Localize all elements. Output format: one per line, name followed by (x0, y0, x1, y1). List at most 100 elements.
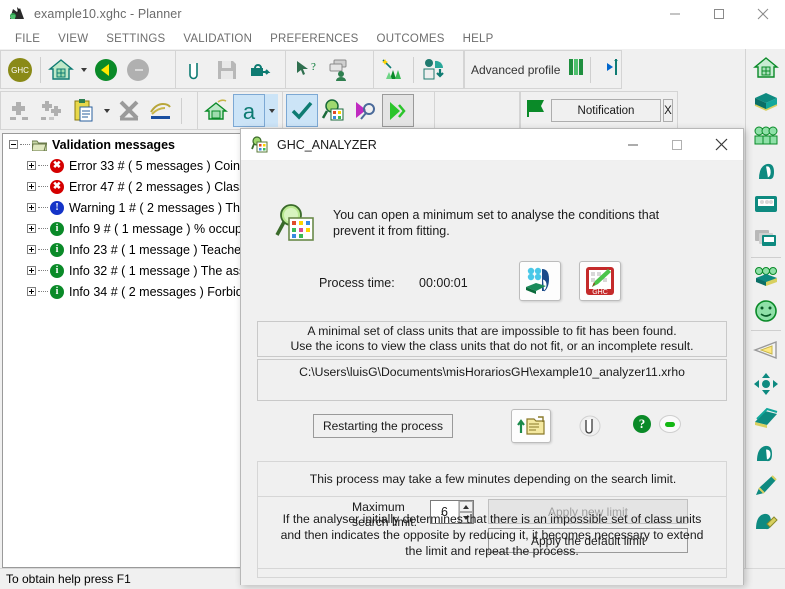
chevron-down-icon (103, 108, 110, 113)
profile-download-button[interactable] (418, 53, 450, 86)
planner-application-window: example10.xghc - Planner FILE VIEW SETTI… (0, 0, 785, 589)
notification-close-button[interactable]: X (663, 99, 673, 122)
filter-button[interactable] (350, 94, 382, 127)
wizard-group-button[interactable] (377, 53, 409, 86)
sidebar-groups[interactable] (748, 119, 784, 153)
sidebar-teacher[interactable] (748, 153, 784, 187)
info-icon: i (50, 242, 64, 257)
analyzer-large-icon (275, 203, 319, 245)
svg-text:GHC: GHC (11, 66, 29, 75)
user-chat-button[interactable] (321, 53, 353, 86)
sidebar-book[interactable] (748, 85, 784, 119)
back-button[interactable] (90, 53, 122, 86)
error-glyph: ✖ (52, 180, 62, 192)
toolbar-divider (590, 56, 592, 83)
attach-button[interactable] (179, 53, 211, 86)
tree-item-label: Error 47 # ( 2 messages ) Class un (69, 179, 263, 194)
home-button[interactable] (45, 53, 77, 86)
sidebar-classroom[interactable] (748, 187, 784, 221)
validate-button[interactable] (286, 94, 318, 127)
dialog-message-text: You can open a minimum set to analyse th… (333, 208, 660, 238)
tree-item-label: Warning 1 # ( 2 messages ) There (69, 200, 258, 215)
menu-help[interactable]: HELP (454, 33, 503, 45)
sidebar-person-edit[interactable] (748, 503, 784, 537)
folder-icon (31, 139, 48, 151)
sidebar-cone[interactable] (748, 333, 784, 367)
warning-glyph: ! (55, 201, 59, 213)
delete-button[interactable] (113, 94, 145, 127)
result-line-2: Use the icons to view the class units th… (290, 339, 694, 353)
minimize-icon[interactable] (653, 0, 697, 28)
result-path: C:\Users\luisG\Documents\misHorariosGH\e… (299, 365, 685, 379)
result-path-box[interactable]: C:\Users\luisG\Documents\misHorariosGH\e… (257, 359, 727, 401)
help-pointer-button[interactable]: ? (289, 53, 321, 86)
forward-button-disabled (122, 53, 154, 86)
question-mark-icon: ? (633, 415, 651, 433)
export-button[interactable] (243, 53, 275, 86)
attach-file-button[interactable] (577, 409, 603, 443)
paste-dropdown[interactable] (100, 108, 113, 113)
dialog-minimize-icon[interactable] (611, 129, 655, 161)
menu-view[interactable]: VIEW (49, 33, 97, 45)
arrow-apply-icon[interactable] (595, 56, 619, 83)
warning-icon: ! (50, 200, 64, 215)
add-multi-button[interactable] (36, 94, 68, 127)
sidebar-home[interactable] (748, 51, 784, 85)
paste-button[interactable] (68, 94, 100, 127)
expand-icon[interactable] (27, 182, 36, 191)
expand-icon[interactable] (27, 203, 36, 212)
menu-file[interactable]: FILE (6, 33, 49, 45)
view-class-units-button[interactable] (519, 261, 561, 301)
text-tool-button[interactable]: a (233, 94, 265, 127)
sidebar-pencil[interactable] (748, 469, 784, 503)
menu-preferences[interactable]: PREFERENCES (261, 33, 367, 45)
open-ghc-editor-button[interactable]: GHC (579, 261, 621, 301)
expand-icon[interactable] (27, 161, 36, 170)
edit-hand-button[interactable] (145, 94, 177, 127)
expand-icon[interactable] (27, 245, 36, 254)
sidebar-move[interactable] (748, 367, 784, 401)
maximize-icon[interactable] (697, 0, 741, 28)
status-indicator (659, 415, 681, 433)
restart-process-button[interactable]: Restarting the process (313, 414, 453, 438)
run-button[interactable] (382, 94, 414, 127)
menu-validation[interactable]: VALIDATION (174, 33, 261, 45)
chevron-down-icon (268, 108, 275, 113)
sidebar-divider (750, 257, 781, 258)
expand-icon[interactable] (27, 266, 36, 275)
toolbar-group-edit (0, 91, 198, 130)
sidebar-books-stack[interactable] (748, 401, 784, 435)
sidebar-smiley[interactable] (748, 294, 784, 328)
tree-connector (38, 207, 48, 208)
menu-outcomes[interactable]: OUTCOMES (368, 33, 454, 45)
books-icon[interactable] (566, 56, 586, 83)
sidebar-person-book[interactable] (748, 435, 784, 469)
open-file-button[interactable] (511, 409, 551, 443)
sidebar-class-group[interactable] (748, 260, 784, 294)
toolbar-group-file (176, 50, 286, 89)
close-icon[interactable] (741, 0, 785, 28)
sidebar-screens[interactable] (748, 221, 784, 255)
help-button[interactable]: ? (633, 415, 651, 433)
notification-button[interactable]: Notification (551, 99, 661, 122)
analyze-button[interactable] (318, 94, 350, 127)
dialog-titlebar: GHC_ANALYZER (241, 129, 743, 161)
dialog-close-icon[interactable] (699, 129, 743, 161)
home-dropdown[interactable] (77, 67, 90, 72)
expand-icon[interactable] (27, 287, 36, 296)
toolbar-group-help: ? (286, 50, 374, 89)
save-button[interactable] (211, 53, 243, 86)
info-icon: i (50, 284, 64, 299)
add-button[interactable] (4, 94, 36, 127)
dialog-body: You can open a minimum set to analyse th… (241, 161, 743, 585)
text-tool-dropdown[interactable] (265, 94, 278, 127)
menu-settings[interactable]: SETTINGS (97, 33, 174, 45)
dialog-maximize-icon[interactable] (655, 129, 699, 161)
toolbar-divider (40, 56, 41, 83)
ghc-logo-button[interactable]: GHC (4, 53, 36, 86)
expand-icon[interactable] (27, 224, 36, 233)
home-schedule-button[interactable] (201, 94, 233, 127)
collapse-icon[interactable] (9, 140, 18, 149)
footer-note-group: If the analyser initially determines tha… (257, 496, 727, 578)
chevron-down-icon (80, 67, 87, 72)
